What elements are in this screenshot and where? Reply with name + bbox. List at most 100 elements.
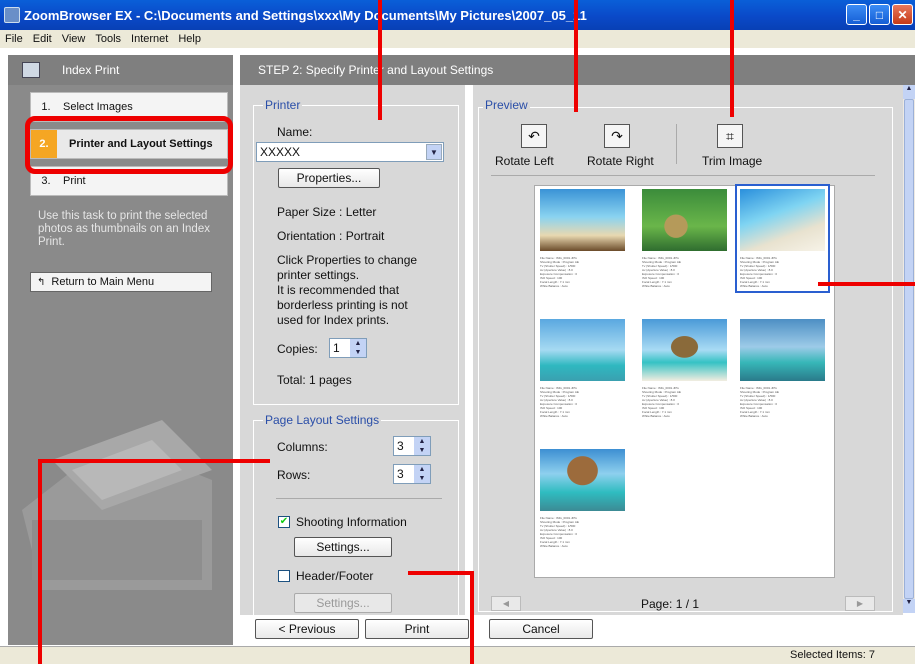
thumbnail-4[interactable]: File Name : IMG_0001.JPG Shooting Mode :… xyxy=(540,319,625,418)
divider xyxy=(276,498,442,499)
shooting-info-checkbox[interactable]: ✔ xyxy=(278,516,290,528)
next-page-button[interactable]: ▶ xyxy=(845,596,875,611)
trim-image-label[interactable]: Trim Image xyxy=(702,154,762,168)
copies-stepper[interactable]: 1 ▲ ▼ xyxy=(329,338,367,358)
copies-label: Copies: xyxy=(277,342,318,356)
header-footer-settings-button[interactable]: Settings... xyxy=(294,593,392,613)
thumb-info: File Name : IMG_0001.JPG Shooting Mode :… xyxy=(642,256,681,288)
pager: ◀ Page: 1 / 1 ▶ xyxy=(491,596,875,612)
task-description: Use this task to print the selected phot… xyxy=(38,210,210,248)
chevron-down-icon[interactable]: ▼ xyxy=(426,144,442,160)
task-header: Index Print xyxy=(8,55,233,85)
status-bar: Selected Items: 7 xyxy=(0,646,915,664)
scrollbar-thumb[interactable] xyxy=(904,99,914,599)
task-title: Index Print xyxy=(62,63,120,77)
photo xyxy=(540,449,625,511)
rotate-left-label[interactable]: Rotate Left xyxy=(495,154,554,168)
rows-value: 3 xyxy=(397,467,404,481)
copies-value: 1 xyxy=(333,341,340,355)
printer-icon xyxy=(22,62,40,78)
thumbnail-6[interactable]: File Name : IMG_0001.JPG Shooting Mode :… xyxy=(740,319,825,418)
orientation-text: Orientation : Portrait xyxy=(277,229,385,243)
thumbnail-7[interactable]: File Name : IMG_0001.JPG Shooting Mode :… xyxy=(540,449,625,548)
window-title: ZoomBrowser EX - C:\Documents and Settin… xyxy=(24,7,587,23)
photo xyxy=(642,319,727,381)
return-main-menu-button[interactable]: ↰ Return to Main Menu xyxy=(30,272,212,292)
trim-image-icon[interactable]: ⌗ xyxy=(717,124,743,148)
printer-help-text: Click Properties to change printer setti… xyxy=(277,253,418,327)
photo xyxy=(540,319,625,381)
scroll-down-icon[interactable]: ▼ xyxy=(903,599,915,613)
printer-name-select[interactable]: XXXXX ▼ xyxy=(256,142,444,162)
annotation-line xyxy=(574,0,578,112)
prev-page-button[interactable]: ◀ xyxy=(491,596,521,611)
menu-view[interactable]: View xyxy=(57,33,91,45)
header-footer-label: Header/Footer xyxy=(296,569,374,583)
selected-items-text: Selected Items: 7 xyxy=(790,649,875,661)
menu-edit[interactable]: Edit xyxy=(28,33,57,45)
shooting-info-label: Shooting Information xyxy=(296,515,407,529)
highlight-annotation xyxy=(25,116,233,174)
annotation-line xyxy=(378,0,382,120)
cancel-button[interactable]: Cancel xyxy=(489,619,593,639)
print-button[interactable]: Print xyxy=(365,619,469,639)
menu-internet[interactable]: Internet xyxy=(126,33,173,45)
toolbar-divider xyxy=(491,175,875,176)
thumbnail-1[interactable]: File Name : IMG_0001.JPG Shooting Mode :… xyxy=(540,189,625,288)
printer-illustration-icon xyxy=(22,420,212,590)
maximize-button[interactable]: □ xyxy=(869,4,890,25)
step-label: Select Images xyxy=(63,101,133,113)
columns-label: Columns: xyxy=(277,440,328,454)
annotation-line xyxy=(38,459,270,463)
return-label: Return to Main Menu xyxy=(51,276,155,288)
thumbnail-5[interactable]: File Name : IMG_0001.JPG Shooting Mode :… xyxy=(642,319,727,418)
menu-help[interactable]: Help xyxy=(173,33,206,45)
close-button[interactable]: ✕ xyxy=(892,4,913,25)
thumb-info: File Name : IMG_0001.JPG Shooting Mode :… xyxy=(642,386,681,418)
thumb-info: File Name : IMG_0001.JPG Shooting Mode :… xyxy=(540,256,579,288)
rotate-right-label[interactable]: Rotate Right xyxy=(587,154,654,168)
rows-stepper[interactable]: 3 ▲ ▼ xyxy=(393,464,431,484)
step-title: STEP 2: Specify Printer and Layout Setti… xyxy=(258,63,494,77)
step-label: Print xyxy=(63,175,86,187)
thumbnail-3-selected[interactable]: File Name : IMG_0001.JPG Shooting Mode :… xyxy=(735,184,830,293)
step-number: 1. xyxy=(41,101,51,113)
thumb-info: File Name : IMG_0001.JPG Shooting Mode :… xyxy=(740,256,779,288)
preview-sheet: File Name : IMG_0001.JPG Shooting Mode :… xyxy=(534,184,835,578)
total-pages-text: Total: 1 pages xyxy=(277,373,352,387)
thumb-info: File Name : IMG_0001.JPG Shooting Mode :… xyxy=(540,386,579,418)
thumbnail-2[interactable]: File Name : IMG_0001.JPG Shooting Mode :… xyxy=(642,189,727,288)
thumb-info: File Name : IMG_0001.JPG Shooting Mode :… xyxy=(740,386,779,418)
rows-label: Rows: xyxy=(277,468,311,482)
menu-bar: File Edit View Tools Internet Help xyxy=(0,30,915,48)
previous-button[interactable]: < Previous xyxy=(255,619,359,639)
properties-button[interactable]: Properties... xyxy=(278,168,380,188)
annotation-line xyxy=(408,571,474,575)
photo xyxy=(642,189,727,251)
page-layout-group-title: Page Layout Settings xyxy=(263,413,382,427)
annotation-line xyxy=(818,282,915,286)
rotate-right-icon[interactable]: ↷ xyxy=(604,124,630,148)
shooting-info-settings-button[interactable]: Settings... xyxy=(294,537,392,557)
header-footer-checkbox[interactable] xyxy=(278,570,290,582)
step-number: 3. xyxy=(41,175,51,187)
thumb-info: File Name : IMG_0001.JPG Shooting Mode :… xyxy=(540,516,579,548)
spin-arrows-icon[interactable]: ▲ ▼ xyxy=(350,339,366,357)
printer-name-value: XXXXX xyxy=(260,145,301,159)
printer-group-title: Printer xyxy=(263,98,303,112)
menu-tools[interactable]: Tools xyxy=(90,33,126,45)
printer-name-label: Name: xyxy=(277,125,313,139)
scroll-up-icon[interactable]: ▲ xyxy=(903,85,915,99)
spin-arrows-icon[interactable]: ▲ ▼ xyxy=(414,465,430,483)
photo xyxy=(740,319,825,381)
page-indicator: Page: 1 / 1 xyxy=(641,597,700,611)
spin-arrows-icon[interactable]: ▲ ▼ xyxy=(414,437,430,455)
menu-file[interactable]: File xyxy=(0,33,28,45)
title-bar: ZoomBrowser EX - C:\Documents and Settin… xyxy=(0,0,915,30)
paper-size-text: Paper Size : Letter xyxy=(277,205,377,219)
photo xyxy=(740,189,825,251)
columns-stepper[interactable]: 3 ▲ ▼ xyxy=(393,436,431,456)
minimize-button[interactable]: _ xyxy=(846,4,867,25)
vertical-scrollbar[interactable]: ▲ ▼ xyxy=(903,85,915,613)
rotate-left-icon[interactable]: ↶ xyxy=(521,124,547,148)
